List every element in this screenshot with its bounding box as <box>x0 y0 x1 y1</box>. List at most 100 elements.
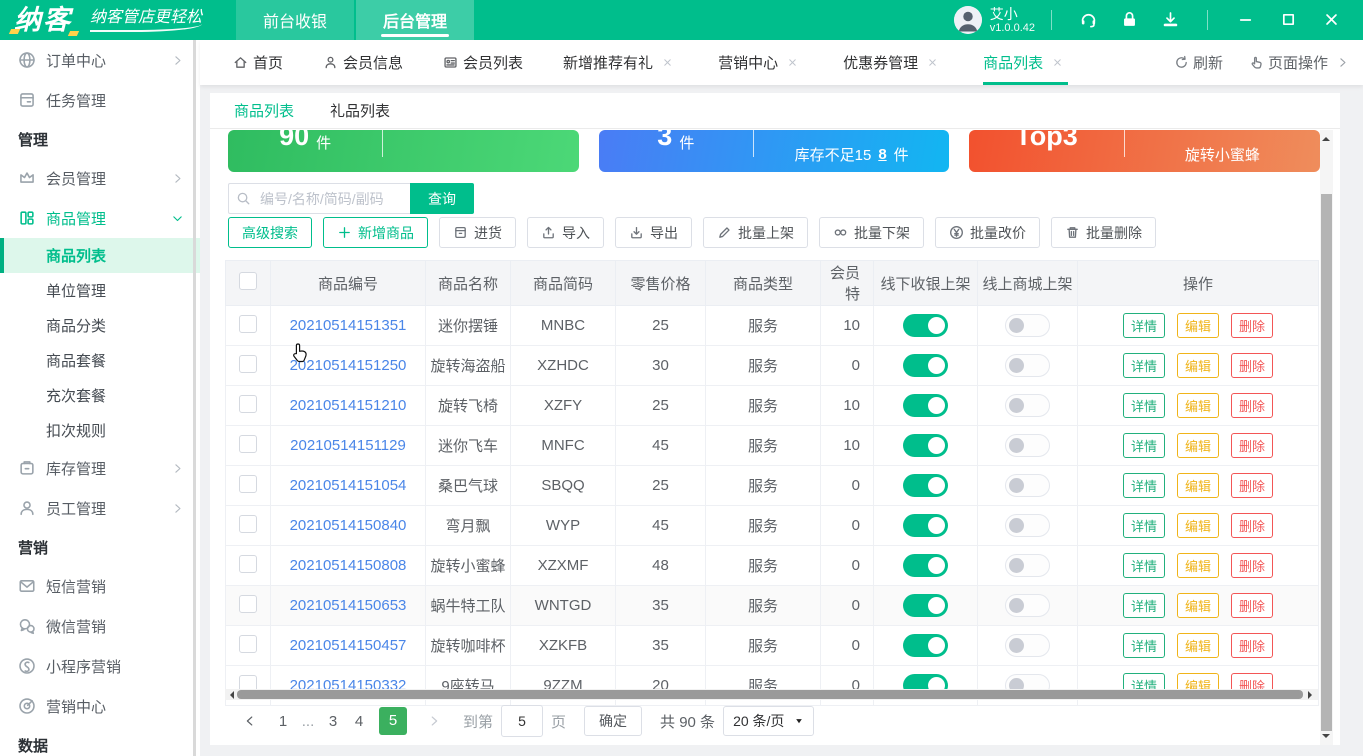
toolbar-button-导出[interactable]: 导出 <box>615 217 692 248</box>
vertical-scrollbar[interactable] <box>1320 130 1333 745</box>
row-checkbox[interactable] <box>239 555 257 573</box>
edit-button[interactable]: 编辑 <box>1177 393 1219 418</box>
detail-button[interactable]: 详情 <box>1123 353 1165 378</box>
page-number-5[interactable]: 5 <box>379 707 407 735</box>
close-tab-icon[interactable] <box>662 57 673 68</box>
page-size-select[interactable]: 20 条/页 <box>723 706 814 736</box>
query-button[interactable]: 查询 <box>410 183 474 214</box>
subtab-商品列表[interactable]: 商品列表 <box>234 100 294 121</box>
tab-新增推荐有礼[interactable]: 新增推荐有礼 <box>563 40 678 85</box>
product-code-link[interactable]: 20210514150653 <box>271 586 426 626</box>
online-toggle[interactable] <box>1005 434 1050 457</box>
online-toggle[interactable] <box>1005 554 1050 577</box>
offline-toggle[interactable] <box>903 394 948 417</box>
maximize-icon[interactable] <box>1280 11 1297 28</box>
scroll-left-arrow[interactable] <box>226 691 234 699</box>
edit-button[interactable]: 编辑 <box>1177 593 1219 618</box>
row-checkbox[interactable] <box>239 515 257 533</box>
online-toggle[interactable] <box>1005 594 1050 617</box>
product-code-link[interactable]: 20210514151351 <box>271 306 426 346</box>
product-code-link[interactable]: 20210514150808 <box>271 546 426 586</box>
sidebar-subitem[interactable]: 商品列表 <box>0 238 200 273</box>
tab-会员信息[interactable]: 会员信息 <box>323 40 403 85</box>
tab-商品列表[interactable]: 商品列表 <box>983 40 1068 85</box>
delete-button[interactable]: 删除 <box>1231 553 1273 578</box>
delete-button[interactable]: 删除 <box>1231 433 1273 458</box>
online-toggle[interactable] <box>1005 394 1050 417</box>
subtab-礼品列表[interactable]: 礼品列表 <box>330 100 390 121</box>
product-code-link[interactable]: 20210514151129 <box>271 426 426 466</box>
product-code-link[interactable]: 20210514150457 <box>271 626 426 666</box>
sidebar-item[interactable]: 订单中心 <box>0 40 200 80</box>
search-input[interactable] <box>258 190 402 208</box>
detail-button[interactable]: 详情 <box>1123 393 1165 418</box>
sidebar-item[interactable]: 会员管理 <box>0 158 200 198</box>
row-checkbox[interactable] <box>239 395 257 413</box>
edit-button[interactable]: 编辑 <box>1177 513 1219 538</box>
online-toggle[interactable] <box>1005 474 1050 497</box>
sidebar-item[interactable]: 商品管理 <box>0 198 200 238</box>
sidebar-subitem[interactable]: 扣次规则 <box>0 413 200 448</box>
delete-button[interactable]: 删除 <box>1231 473 1273 498</box>
sidebar-subitem[interactable]: 充次套餐 <box>0 378 200 413</box>
online-toggle[interactable] <box>1005 314 1050 337</box>
toolbar-button-新增商品[interactable]: 新增商品 <box>323 217 428 248</box>
detail-button[interactable]: 详情 <box>1123 553 1165 578</box>
vertical-scroll-thumb[interactable] <box>1321 194 1332 731</box>
offline-toggle[interactable] <box>903 434 948 457</box>
page-number-4[interactable]: 4 <box>347 713 371 730</box>
edit-button[interactable]: 编辑 <box>1177 313 1219 338</box>
delete-button[interactable]: 删除 <box>1231 593 1273 618</box>
sidebar-item[interactable]: 员工管理 <box>0 488 200 528</box>
sidebar-item[interactable]: 短信营销 <box>0 566 200 606</box>
online-toggle[interactable] <box>1005 634 1050 657</box>
page-ops-button[interactable]: 页面操作 <box>1249 52 1349 73</box>
close-icon[interactable] <box>1323 11 1340 28</box>
edit-button[interactable]: 编辑 <box>1177 353 1219 378</box>
minimize-icon[interactable] <box>1237 11 1254 28</box>
scroll-down-arrow[interactable] <box>1322 734 1330 742</box>
edit-button[interactable]: 编辑 <box>1177 433 1219 458</box>
toolbar-button-批量改价[interactable]: 批量改价 <box>935 217 1040 248</box>
detail-button[interactable]: 详情 <box>1123 593 1165 618</box>
detail-button[interactable]: 详情 <box>1123 513 1165 538</box>
offline-toggle[interactable] <box>903 594 948 617</box>
row-checkbox[interactable] <box>239 315 257 333</box>
delete-button[interactable]: 删除 <box>1231 513 1273 538</box>
download-icon[interactable] <box>1161 10 1180 29</box>
tab-首页[interactable]: 首页 <box>233 40 283 85</box>
close-tab-icon[interactable] <box>1052 57 1063 68</box>
row-checkbox[interactable] <box>239 475 257 493</box>
prev-page-button[interactable] <box>243 714 257 728</box>
sidebar-item[interactable]: 任务管理 <box>0 80 200 120</box>
edit-button[interactable]: 编辑 <box>1177 553 1219 578</box>
delete-button[interactable]: 删除 <box>1231 393 1273 418</box>
detail-button[interactable]: 详情 <box>1123 313 1165 338</box>
sidebar-item[interactable]: 微信营销 <box>0 606 200 646</box>
confirm-button[interactable]: 确定 <box>584 706 642 736</box>
low-stock-link[interactable]: 8 <box>878 146 886 163</box>
offline-toggle[interactable] <box>903 514 948 537</box>
product-code-link[interactable]: 20210514150840 <box>271 506 426 546</box>
row-checkbox[interactable] <box>239 435 257 453</box>
toolbar-button-批量删除[interactable]: 批量删除 <box>1051 217 1156 248</box>
next-page-button[interactable] <box>427 714 441 728</box>
mode-tab-0[interactable]: 前台收银 <box>236 0 354 40</box>
refresh-button[interactable]: 刷新 <box>1174 52 1223 73</box>
online-toggle[interactable] <box>1005 354 1050 377</box>
avatar[interactable] <box>954 6 982 34</box>
scroll-right-arrow[interactable] <box>1308 691 1316 699</box>
horizontal-scrollbar[interactable] <box>225 689 1318 700</box>
offline-toggle[interactable] <box>903 354 948 377</box>
sidebar-subitem[interactable]: 商品套餐 <box>0 343 200 378</box>
detail-button[interactable]: 详情 <box>1123 433 1165 458</box>
mode-tab-1[interactable]: 后台管理 <box>356 0 474 40</box>
edit-button[interactable]: 编辑 <box>1177 633 1219 658</box>
lock-icon[interactable] <box>1120 10 1139 29</box>
offline-toggle[interactable] <box>903 634 948 657</box>
edit-button[interactable]: 编辑 <box>1177 473 1219 498</box>
row-checkbox[interactable] <box>239 635 257 653</box>
offline-toggle[interactable] <box>903 314 948 337</box>
delete-button[interactable]: 删除 <box>1231 353 1273 378</box>
sidebar-subitem[interactable]: 商品分类 <box>0 308 200 343</box>
